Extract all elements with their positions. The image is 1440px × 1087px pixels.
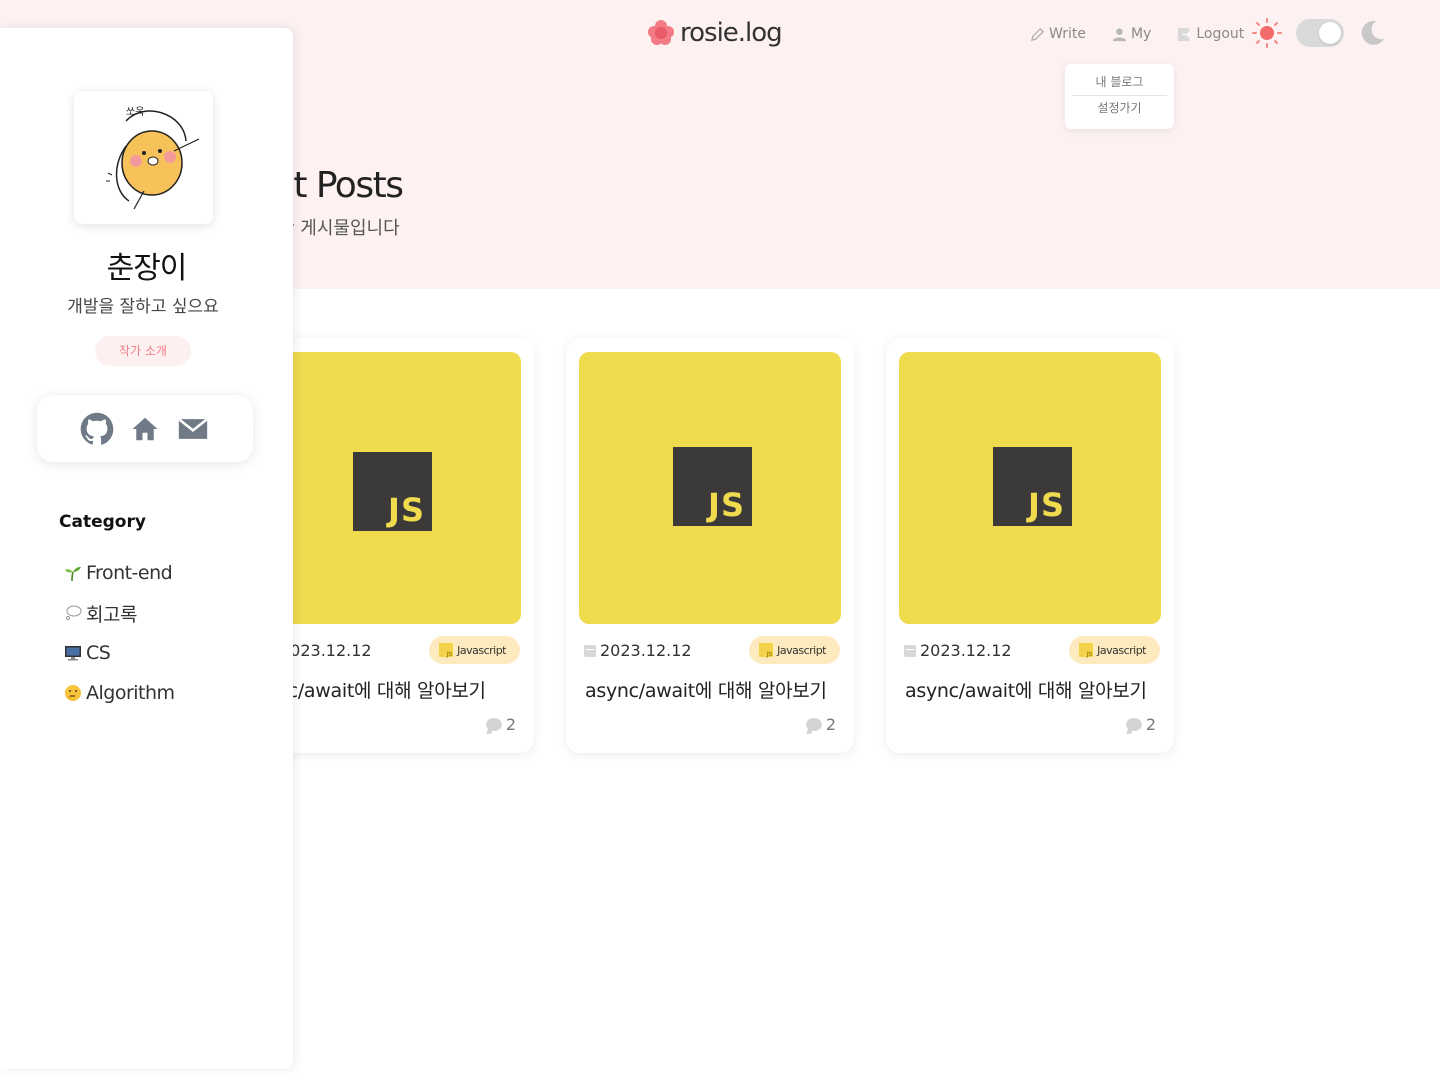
javascript-logo-icon: JS	[353, 452, 432, 531]
flower-icon	[648, 20, 674, 46]
moon-icon[interactable]	[1358, 19, 1386, 47]
post-title[interactable]: ync/await에 대해 알아보기	[265, 676, 486, 703]
javascript-logo-icon: JS	[993, 447, 1072, 526]
category-title: Category	[59, 512, 146, 532]
top-nav: Write My Logout	[1030, 26, 1270, 42]
javascript-icon	[1079, 643, 1094, 658]
comment-icon	[485, 718, 502, 731]
comment-count: 2	[485, 715, 516, 734]
profile-bio: 개발을 잘하고 싶으요	[67, 297, 219, 317]
post-thumbnail: JS	[579, 352, 841, 624]
page-subtitle: 한 게시물입니다	[278, 218, 400, 239]
category-item-cs[interactable]: CS	[64, 633, 175, 673]
logout-icon	[1178, 27, 1192, 41]
calendar-icon	[584, 644, 596, 657]
comment-icon	[1125, 718, 1142, 731]
post-card[interactable]: JS 2023.12.12 Javascript async/await에 대해…	[566, 338, 854, 753]
post-title[interactable]: async/await에 대해 알아보기	[905, 676, 1147, 703]
comment-count: 2	[805, 715, 836, 734]
avatar: 쏘옥	[74, 91, 213, 224]
avatar-character-illustration: 쏘옥	[106, 106, 200, 210]
profile-sidebar: 쏘옥 춘장이 개발을 잘하고 싶으요 작가 소개 Category Front-…	[0, 28, 293, 1069]
write-button[interactable]: Write	[1030, 26, 1086, 42]
page: rosie.log Write My Logout 내 블로그 설정가기 nt …	[0, 0, 1440, 1087]
my-label: My	[1130, 26, 1152, 42]
javascript-icon	[759, 643, 774, 658]
logo-text: rosie.log	[680, 18, 783, 48]
dropdown-item-my-blog[interactable]: 내 블로그	[1072, 70, 1167, 96]
post-tag[interactable]: Javascript	[749, 636, 840, 664]
sun-icon[interactable]	[1252, 18, 1282, 48]
post-tag[interactable]: Javascript	[1069, 636, 1160, 664]
my-dropdown-menu: 내 블로그 설정가기	[1065, 64, 1174, 129]
post-date: 2023.12.12	[904, 641, 1012, 660]
user-icon	[1112, 27, 1127, 41]
logout-button[interactable]: Logout	[1177, 26, 1244, 42]
write-label: Write	[1049, 26, 1086, 42]
social-links	[37, 395, 253, 462]
post-date: 2023.12.12	[584, 641, 692, 660]
svg-text:쏘옥: 쏘옥	[126, 106, 144, 118]
category-item-retrospective[interactable]: 회고록	[64, 593, 175, 633]
my-button[interactable]: My	[1112, 26, 1151, 42]
category-item-algorithm[interactable]: Algorithm	[64, 673, 175, 713]
profile-username: 춘장이	[106, 251, 188, 286]
theme-toggle[interactable]	[1296, 19, 1344, 47]
logout-label: Logout	[1196, 26, 1245, 42]
post-thumbnail: JS	[899, 352, 1161, 624]
category-item-front-end[interactable]: Front-end	[64, 553, 175, 593]
theme-switcher	[1252, 18, 1386, 48]
thought-bubble-icon	[66, 605, 82, 620]
mail-icon[interactable]	[176, 412, 210, 446]
category-list: Front-end 회고록 CS Algorithm	[64, 553, 175, 713]
comment-icon	[805, 718, 822, 731]
seedling-icon	[65, 566, 81, 582]
thinking-face-icon	[65, 685, 81, 701]
post-tag[interactable]: Javascript	[429, 636, 520, 664]
post-title[interactable]: async/await에 대해 알아보기	[585, 676, 827, 703]
about-author-button[interactable]: 작가 소개	[95, 336, 191, 366]
desktop-computer-icon	[65, 646, 81, 661]
post-card[interactable]: JS 2023.12.12 Javascript async/await에 대해…	[886, 338, 1174, 753]
github-icon[interactable]	[80, 412, 114, 446]
javascript-logo-icon: JS	[673, 447, 752, 526]
post-thumbnail: JS	[259, 352, 521, 624]
calendar-icon	[904, 644, 916, 657]
logo[interactable]: rosie.log	[648, 18, 783, 48]
toggle-knob	[1319, 22, 1341, 44]
javascript-icon	[439, 643, 454, 658]
pencil-icon	[1031, 27, 1044, 41]
dropdown-item-settings[interactable]: 설정가기	[1072, 96, 1167, 122]
comment-count: 2	[1125, 715, 1156, 734]
home-icon[interactable]	[130, 414, 160, 444]
